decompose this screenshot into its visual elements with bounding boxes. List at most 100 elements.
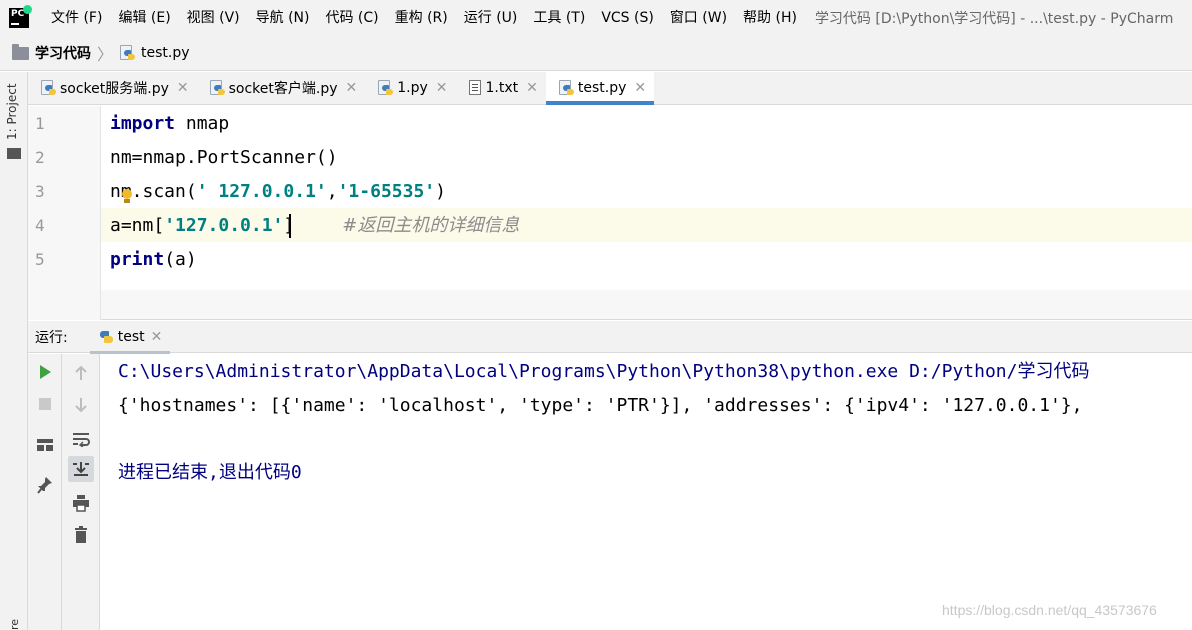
run-console[interactable]: C:\Users\Administrator\AppData\Local\Pro…	[100, 354, 1192, 630]
run-panel-header: 运行: test ✕	[28, 321, 1192, 354]
editor-empty-area	[28, 290, 1192, 320]
soft-wrap-icon	[73, 433, 90, 447]
tab-socket-client[interactable]: socket客户端.py ✕	[197, 72, 366, 104]
python-file-icon	[558, 80, 574, 96]
tab-test-py[interactable]: test.py ✕	[545, 72, 655, 105]
structure-tool-button[interactable]: re	[8, 610, 21, 630]
code-text: nmap	[175, 113, 230, 134]
soft-wrap-button[interactable]	[68, 426, 94, 452]
console-command-line: C:\Users\Administrator\AppData\Local\Pro…	[118, 361, 1090, 382]
keyword: import	[110, 113, 176, 134]
string-literal: ' 127.0.0.1'	[196, 181, 327, 202]
code-line[interactable]: nm.scan(' 127.0.0.1','1-65535')	[110, 175, 446, 209]
menu-code[interactable]: 代码 (C)	[317, 0, 386, 36]
python-file-icon	[377, 80, 394, 96]
run-tab-label: test	[117, 328, 145, 345]
menu-run[interactable]: 运行 (U)	[456, 0, 526, 36]
close-icon[interactable]: ✕	[346, 80, 358, 96]
tab-1-py[interactable]: 1.py ✕	[365, 72, 455, 104]
scroll-to-end-icon	[73, 462, 89, 476]
code-text: a=nm[	[110, 215, 165, 236]
folder-icon[interactable]	[7, 148, 21, 159]
tab-label: socket客户端.py	[228, 81, 338, 97]
run-toolbar-primary	[28, 354, 62, 630]
chevron-right-icon: 〉	[97, 45, 114, 64]
menu-edit[interactable]: 编辑 (E)	[110, 0, 178, 36]
menu-help[interactable]: 帮助 (H)	[735, 0, 805, 36]
menu-view[interactable]: 视图 (V)	[179, 0, 248, 36]
project-tool-button[interactable]: 1: Project	[5, 80, 25, 140]
lightbulb-icon[interactable]	[121, 189, 133, 204]
menu-tools[interactable]: 工具 (T)	[525, 0, 593, 36]
string-literal: '1-65535'	[337, 181, 436, 202]
keyword: print	[110, 249, 165, 270]
breadcrumb: 学习代码 〉 test.py	[0, 36, 1192, 71]
code-line[interactable]: nm=nmap.PortScanner()	[110, 141, 338, 175]
scroll-to-end-button[interactable]	[68, 456, 94, 482]
line-number-gutter: 1 2 3 4 5	[28, 106, 101, 290]
menu-vcs[interactable]: VCS (S)	[593, 0, 662, 36]
code-line[interactable]: a=nm['127.0.0.1']#返回主机的详细信息	[110, 209, 519, 243]
code-line[interactable]: print(a)	[110, 243, 197, 277]
trash-icon	[75, 526, 87, 543]
code-text: (a)	[164, 249, 197, 270]
tab-socket-server[interactable]: socket服务端.py ✕	[28, 72, 197, 104]
close-icon[interactable]: ✕	[526, 80, 538, 96]
python-file-icon	[209, 80, 225, 96]
menu-file[interactable]: 文件 (F)	[43, 0, 110, 36]
close-icon[interactable]: ✕	[634, 80, 646, 96]
clear-all-button[interactable]	[68, 522, 94, 548]
window-title: 学习代码 [D:\Python\学习代码] - ...\test.py - Py…	[814, 11, 1174, 27]
tab-1-txt[interactable]: 1.txt ✕	[456, 72, 546, 104]
text-file-icon	[468, 80, 482, 96]
code-editor[interactable]: 1 2 3 4 5 import nmap nm=nmap.PortScanne…	[28, 106, 1192, 290]
layout-button[interactable]	[32, 432, 58, 458]
line-number: 3	[35, 182, 45, 201]
line-number: 5	[35, 250, 45, 269]
tab-label: socket服务端.py	[60, 81, 169, 97]
line-number: 2	[35, 148, 45, 167]
console-exit-message: 进程已结束,退出代码0	[118, 462, 302, 483]
editor-tab-bar: socket服务端.py ✕ socket客户端.py ✕ 1.py ✕ 1.t…	[28, 72, 1192, 105]
close-icon[interactable]: ✕	[151, 329, 163, 345]
tab-label: test.py	[577, 80, 627, 96]
code-text: ,	[326, 181, 338, 202]
run-toolbar-secondary	[62, 354, 100, 630]
menu-refactor[interactable]: 重构 (R)	[387, 0, 456, 36]
scroll-down-button[interactable]	[68, 392, 94, 418]
folder-icon	[12, 43, 29, 60]
menu-navigate[interactable]: 导航 (N)	[248, 0, 318, 36]
arrow-down-icon	[75, 398, 87, 413]
console-output-line: {'hostnames': [{'name': 'localhost', 'ty…	[118, 395, 1083, 416]
tab-label: 1.py	[397, 80, 428, 96]
stop-button[interactable]	[32, 391, 58, 417]
code-text: )	[435, 181, 446, 202]
watermark-text: https://blog.csdn.net/qq_43573676	[942, 602, 1157, 618]
python-file-icon	[119, 45, 136, 61]
run-tab-test[interactable]: test ✕	[89, 321, 171, 354]
pin-button[interactable]	[32, 472, 58, 498]
menu-window[interactable]: 窗口 (W)	[662, 0, 735, 36]
print-button[interactable]	[68, 490, 94, 516]
play-icon	[40, 365, 51, 379]
breadcrumb-file[interactable]: test.py	[141, 45, 190, 61]
close-icon[interactable]: ✕	[177, 80, 189, 96]
pin-icon	[37, 477, 52, 494]
print-icon	[73, 495, 89, 512]
python-icon	[98, 329, 114, 345]
run-button[interactable]	[32, 359, 58, 385]
scroll-up-button[interactable]	[68, 360, 94, 386]
close-icon[interactable]: ✕	[436, 80, 448, 96]
run-panel-label: 运行:	[35, 329, 68, 346]
line-number: 4	[35, 216, 45, 235]
stop-icon	[39, 398, 51, 410]
string-literal: '127.0.0.1'	[164, 215, 284, 236]
line-number: 1	[35, 114, 45, 133]
code-line[interactable]: import nmap	[110, 107, 229, 141]
text-caret	[289, 214, 291, 238]
breadcrumb-project[interactable]: 学习代码	[35, 43, 91, 63]
tab-label: 1.txt	[485, 80, 519, 96]
menu-bar: PC 文件 (F) 编辑 (E) 视图 (V) 导航 (N) 代码 (C) 重构…	[0, 0, 1192, 36]
code-comment: #返回主机的详细信息	[342, 215, 520, 236]
arrow-up-icon	[75, 365, 87, 380]
